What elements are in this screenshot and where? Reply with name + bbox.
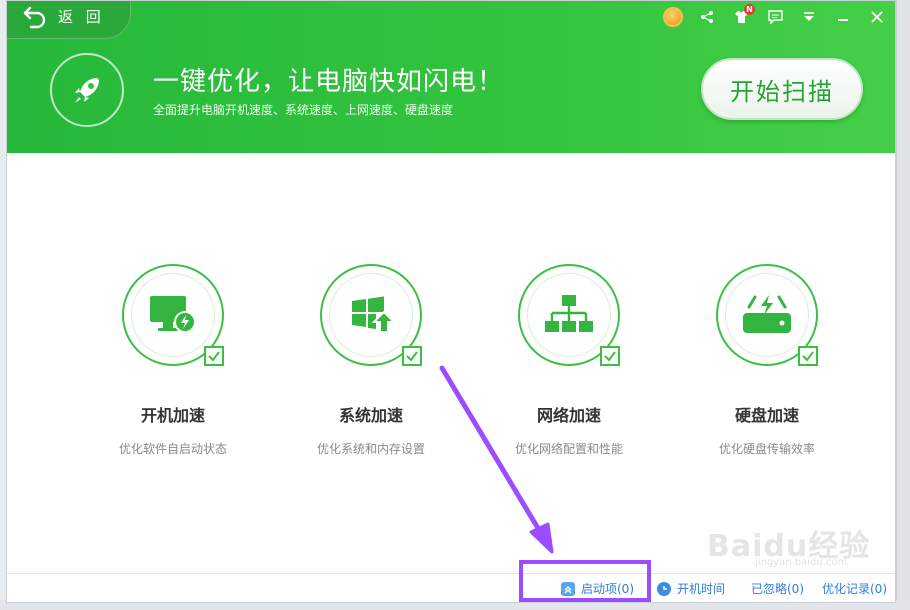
feature-ring <box>320 264 422 366</box>
disk-bolt-icon <box>743 295 791 333</box>
watermark-url: jingyan.baidu.com <box>755 557 848 568</box>
feature-description: 优化硬盘传输效率 <box>718 442 815 456</box>
feedback-button[interactable] <box>763 5 787 29</box>
shirt-skin-button[interactable]: N <box>729 4 755 29</box>
annotation-highlight-box <box>519 560 651 602</box>
feature-ring <box>122 264 224 366</box>
feature-inner-ring <box>527 273 611 357</box>
feature-system-speedup[interactable]: 系统加速 优化系统和内存设置 <box>281 264 461 457</box>
ignored-link[interactable]: 已忽略(0) <box>751 580 804 597</box>
ignored-label: 已忽略(0) <box>751 582 804 596</box>
feature-description: 优化软件自启动状态 <box>118 442 227 456</box>
feature-inner-ring <box>131 273 215 357</box>
feature-checkbox[interactable] <box>600 346 620 366</box>
feature-ring <box>518 264 620 366</box>
start-scan-button[interactable]: 开始扫描 <box>701 58 863 120</box>
medal-icon <box>663 7 683 27</box>
clock-icon <box>657 581 671 596</box>
feature-checkbox[interactable] <box>798 346 818 366</box>
share-icon <box>701 11 713 23</box>
background-window-edge <box>896 0 910 610</box>
checkmark-icon <box>802 351 814 362</box>
feature-title: 网络加速 <box>536 406 601 425</box>
optimizer-window: 返 回 N 一键优化，让电脑快如闪电！ 全面提升电脑开机速度、系统速度、上网速度… <box>6 0 896 603</box>
menu-button[interactable] <box>797 5 821 29</box>
feature-disk-speedup[interactable]: 硬盘加速 优化硬盘传输效率 <box>677 264 857 457</box>
checkmark-icon <box>406 351 418 362</box>
back-label: 返 回 <box>58 7 105 26</box>
rocket-emblem <box>50 53 124 127</box>
feature-inner-ring <box>725 273 809 357</box>
back-button[interactable]: 返 回 <box>7 1 131 39</box>
window-controls: N <box>661 4 889 29</box>
feature-checkbox[interactable] <box>204 346 224 366</box>
history-label: 优化记录(0) <box>822 582 887 596</box>
minimize-button[interactable] <box>831 5 855 29</box>
monitor-bolt-icon <box>150 296 196 333</box>
menu-down-icon <box>804 12 814 21</box>
feature-description: 优化网络配置和性能 <box>514 442 623 456</box>
minimize-icon <box>838 19 848 21</box>
checkmark-icon <box>604 351 616 362</box>
page-subtitle: 全面提升电脑开机速度、系统速度、上网速度、硬盘速度 <box>153 103 454 117</box>
screen: 返 回 N 一键优化，让电脑快如闪电！ 全面提升电脑开机速度、系统速度、上网速度… <box>0 0 910 610</box>
header-banner: 返 回 N 一键优化，让电脑快如闪电！ 全面提升电脑开机速度、系统速度、上网速度… <box>7 1 895 153</box>
feature-title: 系统加速 <box>338 406 403 425</box>
rocket-icon <box>75 78 99 103</box>
history-link[interactable]: 优化记录(0) <box>822 580 887 597</box>
medal-button[interactable] <box>661 5 685 29</box>
close-button[interactable] <box>865 5 889 29</box>
page-title: 一键优化，让电脑快如闪电！ <box>153 67 505 97</box>
feature-inner-ring <box>329 273 413 357</box>
feature-description: 优化系统和内存设置 <box>316 442 425 456</box>
share-button[interactable] <box>695 5 719 29</box>
footer-bar: 启动项(0) 开机时间 已忽略(0) 优化记录(0) <box>7 573 895 602</box>
boot-time-label: 开机时间 <box>677 582 726 596</box>
feature-ring <box>716 264 818 366</box>
boot-time-link[interactable]: 开机时间 <box>657 580 725 597</box>
network-tree-icon <box>545 295 593 332</box>
back-arrow-icon <box>23 6 46 29</box>
checkmark-icon <box>208 351 220 362</box>
feature-boot-speedup[interactable]: 开机加速 优化软件自启动状态 <box>83 264 263 457</box>
feature-network-speedup[interactable]: 网络加速 优化网络配置和性能 <box>479 264 659 457</box>
feature-title: 开机加速 <box>140 406 205 425</box>
close-icon <box>871 11 883 23</box>
windows-up-icon <box>352 296 396 333</box>
feature-checkbox[interactable] <box>402 346 422 366</box>
feature-title: 硬盘加速 <box>734 406 799 425</box>
notification-badge: N <box>744 4 755 15</box>
message-icon <box>767 10 783 24</box>
